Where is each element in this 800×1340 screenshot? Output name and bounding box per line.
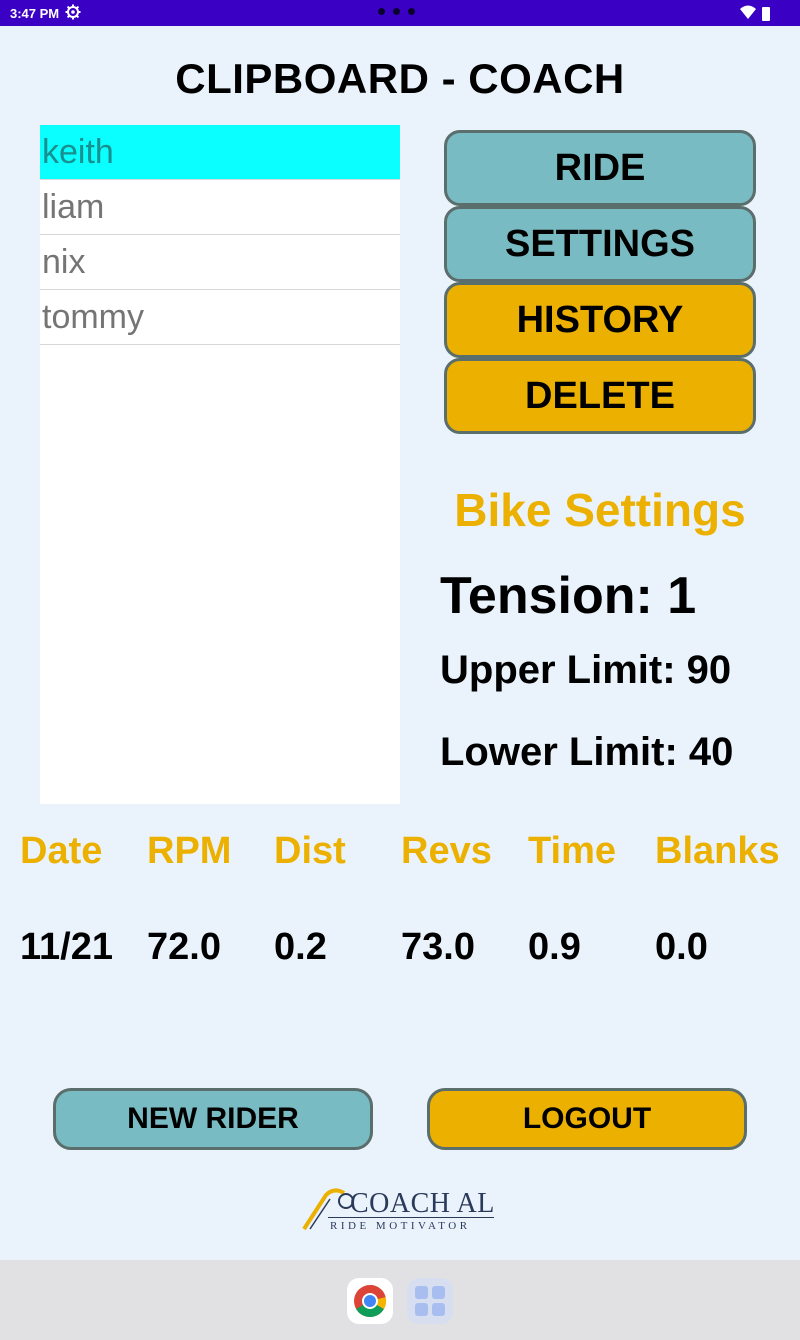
status-bar: 3:47 PM (0, 0, 800, 26)
ride-button[interactable]: RIDE (444, 130, 756, 206)
logo-divider (328, 1217, 494, 1218)
logo-tagline: RIDE MOTIVATOR (330, 1220, 471, 1232)
tension-value: Tension: 1 (440, 567, 697, 625)
new-rider-button[interactable]: NEW RIDER (53, 1088, 373, 1150)
history-cell-time: 0.9 (528, 926, 581, 968)
rider-list-item[interactable]: tommy (40, 290, 400, 345)
history-cell-date: 11/21 (20, 926, 113, 968)
upper-limit-value: Upper Limit: 90 (440, 648, 732, 692)
logout-button[interactable]: LOGOUT (427, 1088, 747, 1150)
column-header-revs: Revs (401, 830, 492, 872)
delete-button[interactable]: DELETE (444, 358, 756, 434)
column-header-dist: Dist (274, 830, 346, 872)
rider-list-item[interactable]: keith (40, 125, 400, 180)
history-cell-blanks: 0.0 (655, 926, 708, 968)
taskbar (0, 1260, 800, 1340)
logo-name: COACH AL (350, 1188, 495, 1219)
column-header-date: Date (20, 830, 103, 872)
history-cell-revs: 73.0 (401, 926, 475, 968)
app-drawer-icon[interactable] (407, 1278, 453, 1324)
lower-limit-value: Lower Limit: 40 (440, 730, 734, 774)
page-title: CLIPBOARD - COACH (175, 55, 625, 102)
status-time: 3:47 PM (10, 5, 60, 21)
history-cell-dist: 0.2 (274, 926, 327, 968)
column-header-time: Time (528, 830, 617, 872)
bike-settings-heading: Bike Settings (454, 484, 746, 536)
overflow-dots-icon (378, 8, 415, 15)
history-button[interactable]: HISTORY (444, 282, 756, 358)
chrome-icon[interactable] (347, 1278, 393, 1324)
column-header-rpm: RPM (147, 830, 232, 872)
rider-list-item[interactable]: liam (40, 180, 400, 235)
coach-al-logo: COACH AL RIDE MOTIVATOR (300, 1185, 500, 1235)
rider-list[interactable]: keith liam nix tommy (40, 125, 400, 804)
rider-list-item[interactable]: nix (40, 235, 400, 290)
battery-icon (762, 6, 770, 21)
gear-icon (65, 4, 81, 23)
history-cell-rpm: 72.0 (147, 926, 221, 968)
wifi-icon (740, 5, 756, 22)
settings-button[interactable]: SETTINGS (444, 206, 756, 282)
column-header-blanks: Blanks (655, 830, 780, 872)
